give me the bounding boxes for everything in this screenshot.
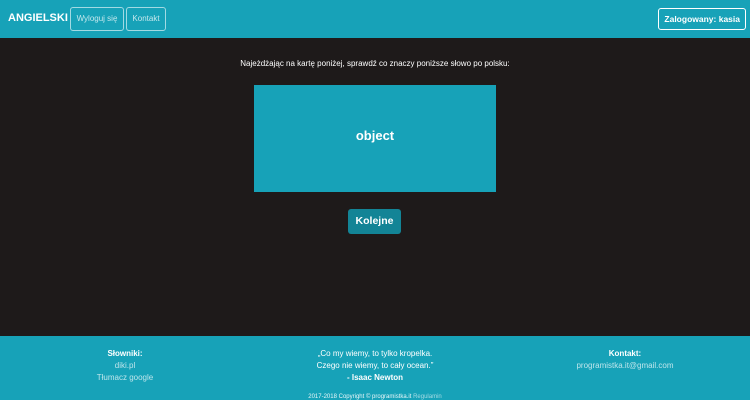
quote-author: - Isaac Newton	[346, 373, 403, 382]
footer-dictionaries: Słowniki: diki.pl Tłumacz google	[80, 348, 170, 384]
main-content: Najeżdżając na kartę poniżej, sprawdź co…	[0, 38, 750, 336]
copyright: 2017-2018 Copyright © programistka.it Re…	[0, 394, 750, 400]
contact-button[interactable]: Kontakt	[126, 7, 166, 31]
navbar: ANGIELSKI Wyloguj się Kontakt Zalogowany…	[0, 0, 750, 38]
contact-heading: Kontakt:	[608, 349, 642, 358]
instruction-text: Najeżdżając na kartę poniżej, sprawdź co…	[240, 59, 510, 68]
user-account-button[interactable]: Zalogowany: kasia	[658, 8, 746, 30]
copyright-text: 2017-2018 Copyright © programistka.it	[308, 394, 412, 400]
quote-line-2: Czego nie wiemy, to cały ocean.”	[316, 361, 434, 370]
next-button[interactable]: Kolejne	[348, 209, 401, 234]
flashcard-word: object	[355, 128, 395, 143]
link-google-translate[interactable]: Tłumacz google	[80, 372, 170, 384]
link-diki[interactable]: diki.pl	[80, 360, 170, 372]
quote-line-1: „Co my wiemy, to tylko kropelka.	[317, 349, 433, 358]
dictionaries-heading: Słowniki:	[107, 349, 143, 358]
logout-button[interactable]: Wyloguj się	[70, 7, 124, 31]
footer-quote: „Co my wiemy, to tylko kropelka. Czego n…	[280, 348, 470, 384]
footer-contact: Kontakt: programistka.it@gmail.com	[560, 348, 690, 372]
terms-link[interactable]: Regulamin	[413, 394, 442, 400]
flashcard[interactable]: object	[254, 85, 496, 192]
contact-email-link[interactable]: programistka.it@gmail.com	[560, 360, 690, 372]
footer: Słowniki: diki.pl Tłumacz google „Co my …	[0, 336, 750, 400]
brand-logo[interactable]: ANGIELSKI	[8, 12, 68, 24]
